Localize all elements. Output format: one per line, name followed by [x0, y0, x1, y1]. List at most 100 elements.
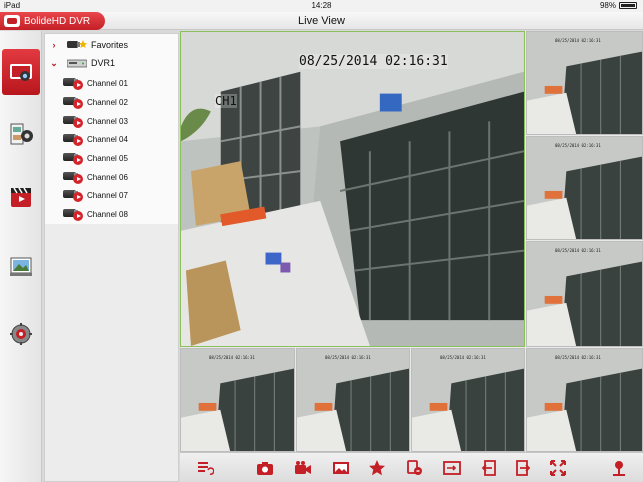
snapshot-icon: [257, 462, 273, 475]
tree-channel[interactable]: Channel 02: [45, 93, 178, 111]
video-tile[interactable]: 08/25/2014 02:16:31: [526, 136, 643, 240]
thumb-timestamp: 08/25/2014 02:16:31: [555, 143, 601, 148]
fullscreen-button[interactable]: [547, 457, 569, 479]
video-tile[interactable]: 08/25/2014 02:16:31: [180, 348, 295, 452]
camera-play-icon: [63, 95, 85, 109]
camera-feed-thumbnail: [527, 349, 642, 451]
video-tile[interactable]: 08/25/2014 02:16:31: [296, 348, 410, 452]
camera-feed-thumbnail: [181, 349, 294, 451]
tree-channel[interactable]: Channel 07: [45, 186, 178, 204]
camera-feed-thumbnail: [527, 242, 642, 346]
nav-pictures[interactable]: [4, 249, 38, 283]
camera-feed-thumbnail: [527, 137, 642, 239]
bottom-toolbar: [180, 452, 643, 482]
nav-video-files[interactable]: [4, 181, 38, 215]
video-wall: 08/25/2014 02:16:31 CH1 08/25/2014 02:16…: [180, 31, 643, 452]
thumb-timestamp: 08/25/2014 02:16:31: [555, 38, 601, 43]
video-tile[interactable]: 08/25/2014 02:16:31: [526, 348, 643, 452]
favorite-button[interactable]: [366, 457, 388, 479]
ptz-icon: [613, 461, 625, 476]
app-root: iPad 14:28 98% BolideHD DVR Live View › …: [0, 0, 643, 482]
stream-switch-button[interactable]: [404, 457, 426, 479]
thumb-timestamp: 08/25/2014 02:16:31: [555, 248, 601, 253]
tree-device-dvr1[interactable]: ⌄ DVR1: [45, 54, 178, 72]
pictures-icon: [10, 257, 32, 276]
nav-live-view[interactable]: [2, 49, 40, 95]
device-label: DVR1: [91, 58, 116, 68]
fullscreen-icon: [550, 460, 566, 476]
previous-page-icon: [481, 460, 496, 476]
nav-settings[interactable]: [4, 317, 38, 351]
snapshot-button[interactable]: [254, 457, 276, 479]
battery-icon: [619, 2, 637, 9]
channel-label: Channel 07: [87, 190, 128, 200]
channel-label: Channel 06: [87, 172, 128, 182]
page-title: Live View: [298, 15, 345, 27]
channel-label: Channel 01: [87, 78, 128, 88]
main-video-tile[interactable]: 08/25/2014 02:16:31 CH1: [180, 31, 525, 347]
tree-channel[interactable]: Channel 08: [45, 205, 178, 223]
camera-play-icon: [63, 207, 85, 221]
record-button[interactable]: [292, 457, 314, 479]
channel-label: Channel 04: [87, 134, 128, 144]
clock: 14:28: [311, 1, 332, 10]
live-view-icon: [10, 64, 32, 81]
next-page-button[interactable]: [512, 457, 534, 479]
battery-percent: 98%: [599, 1, 616, 10]
tree-channel[interactable]: Channel 05: [45, 149, 178, 167]
channel-label: Channel 02: [87, 97, 128, 107]
camera-feed-thumbnail: [297, 349, 409, 451]
album-button[interactable]: [330, 457, 352, 479]
camera-play-icon: [63, 170, 85, 184]
camera-play-icon: [63, 114, 85, 128]
camera-play-icon: [63, 132, 85, 146]
settings-icon: [10, 323, 32, 345]
layout-icon: [443, 461, 461, 475]
ptz-button[interactable]: [608, 457, 630, 479]
title-bar: BolideHD DVR Live View: [0, 12, 643, 30]
camera-feed-image: [181, 32, 524, 346]
video-tile[interactable]: 08/25/2014 02:16:31: [411, 348, 525, 452]
favorite-star-icon: [369, 460, 385, 476]
nav-playback[interactable]: [4, 117, 38, 151]
chevron-down-icon[interactable]: ⌄: [49, 58, 59, 69]
thumb-timestamp: 08/25/2014 02:16:31: [440, 355, 486, 360]
thumb-timestamp: 08/25/2014 02:16:31: [209, 355, 255, 360]
camera-feed-thumbnail: [527, 32, 642, 134]
camera-play-icon: [63, 76, 85, 90]
favorites-device-icon: [67, 39, 87, 51]
view-list-icon: [198, 462, 214, 475]
tree-channel[interactable]: Channel 06: [45, 168, 178, 186]
favorites-label: Favorites: [91, 40, 129, 50]
video-tile[interactable]: 08/25/2014 02:16:31: [526, 31, 643, 135]
nav-rail: [0, 31, 42, 482]
video-files-icon: [11, 187, 31, 207]
playback-icon: [10, 123, 33, 145]
battery-status: 98%: [600, 1, 637, 10]
video-tile[interactable]: 08/25/2014 02:16:31: [526, 241, 643, 347]
main-timestamp: 08/25/2014 02:16:31: [299, 54, 448, 69]
channel-label: Channel 08: [87, 209, 128, 219]
stream-switch-icon: [407, 460, 422, 475]
layout-button[interactable]: [441, 457, 463, 479]
record-icon: [295, 461, 311, 474]
tree-empty-area: [45, 224, 178, 481]
dvr-device-icon: [66, 57, 88, 69]
view-list-button[interactable]: [194, 457, 216, 479]
tree-channel[interactable]: Channel 03: [45, 112, 178, 130]
camera-play-icon: [63, 151, 85, 165]
thumb-timestamp: 08/25/2014 02:16:31: [555, 355, 601, 360]
tree-channel[interactable]: Channel 01: [45, 74, 178, 92]
chevron-right-icon[interactable]: ›: [49, 40, 59, 50]
channel-label: Channel 05: [87, 153, 128, 163]
previous-page-button[interactable]: [478, 457, 500, 479]
camera-play-icon: [63, 188, 85, 202]
thumb-timestamp: 08/25/2014 02:16:31: [325, 355, 371, 360]
tree-channel[interactable]: Channel 04: [45, 130, 178, 148]
channel-label: Channel 03: [87, 116, 128, 126]
camera-feed-thumbnail: [412, 349, 524, 451]
device-tree: › Favorites ⌄ DVR1 Channel 01 Channel 02…: [44, 33, 179, 482]
main-channel-label: CH1: [215, 94, 237, 108]
next-page-icon: [516, 460, 531, 476]
tree-favorites[interactable]: › Favorites: [45, 36, 178, 54]
